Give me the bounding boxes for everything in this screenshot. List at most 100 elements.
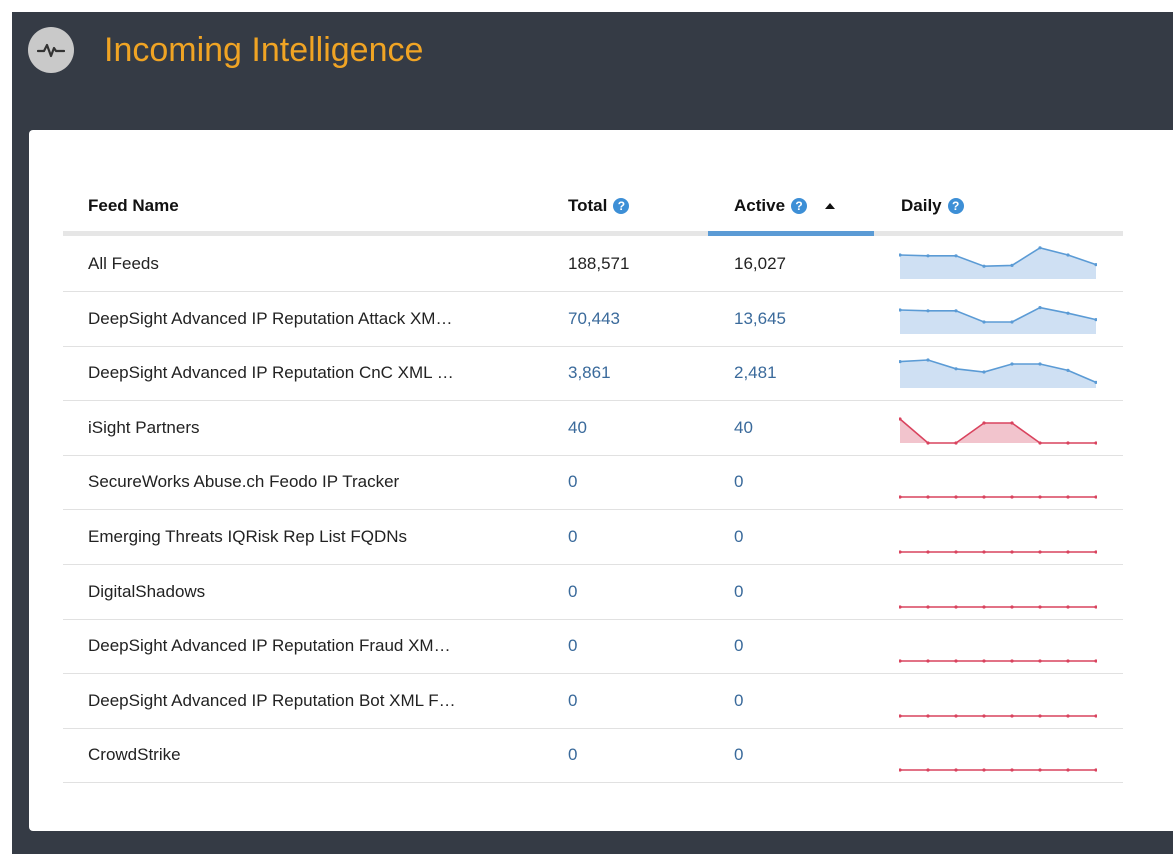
help-icon[interactable]: ? [613,198,630,214]
help-icon[interactable]: ? [791,198,808,214]
sparkline-point [1066,441,1070,445]
sparkline-point [982,714,986,718]
daily-sparkline [899,495,1097,499]
sparkline-point [1010,768,1014,772]
total-count[interactable]: 3,861 [568,346,688,400]
active-count: 16,027 [734,254,786,273]
active-count[interactable]: 13,645 [734,292,854,346]
sparkline-point [899,495,902,499]
active-count[interactable]: 0 [734,565,854,619]
active-count[interactable]: 2,481 [734,346,854,400]
sparkline-point [1066,311,1070,315]
total-count: 188,571 [568,254,630,273]
column-header-total[interactable]: Total ? [568,196,630,216]
sparkline-point [1038,604,1042,609]
sparkline-point [954,367,958,371]
sparkline-point [926,358,930,362]
sparkline-point [1094,441,1097,445]
feed-name: All Feeds [88,254,159,273]
sparkline-point [1038,441,1042,445]
column-header-daily[interactable]: Daily ? [901,196,964,216]
sparkline-point [1066,604,1070,609]
column-header-active[interactable]: Active ? [734,196,836,216]
pulse-icon [28,27,74,73]
sparkline-point [954,714,958,718]
sparkline-point [1038,714,1042,718]
sparkline-point [1038,768,1042,772]
table-row[interactable]: DeepSight Advanced IP Reputation Attack … [63,292,1123,347]
total-count[interactable]: 0 [568,455,688,509]
sparkline-point [899,714,902,718]
sparkline-point [1010,362,1014,366]
active-count[interactable]: 0 [734,455,854,509]
sparkline-point [1010,263,1014,267]
active-count[interactable]: 0 [734,674,854,728]
column-header-feed-name[interactable]: Feed Name [88,196,179,216]
sparkline-point [926,495,930,499]
column-label: Total [568,196,608,215]
feed-name: SecureWorks Abuse.ch Feodo IP Tracker [88,472,400,492]
sparkline-point [1094,604,1097,609]
sparkline-point [954,768,958,772]
daily-sparkline [899,768,1097,772]
sparkline-point [1066,368,1070,373]
help-icon[interactable]: ? [947,198,964,214]
total-count[interactable]: 70,443 [568,292,688,346]
table-row[interactable]: DeepSight Advanced IP Reputation Fraud X… [63,619,1123,675]
daily-sparkline [899,604,1097,609]
sparkline-point [954,308,958,312]
sparkline-point [954,441,958,445]
sparkline-point [1066,253,1070,257]
sparkline-point [899,768,902,772]
sparkline-area [900,247,1096,279]
sparkline-point [954,254,958,258]
sparkline-point [926,714,930,718]
feed-name: DigitalShadows [88,581,206,601]
sparkline-point [926,441,930,445]
feed-name: DeepSight Advanced IP Reputation Fraud X… [88,636,451,656]
sparkline-point [1066,768,1070,772]
total-count[interactable]: 0 [568,728,688,782]
active-count[interactable]: 40 [734,401,854,455]
sparkline-point [1038,659,1042,663]
sparkline-point [899,604,902,609]
daily-sparkline [899,714,1097,718]
daily-sparkline [899,659,1097,663]
feed-name: DeepSight Advanced IP Reputation Bot XML… [88,690,456,710]
active-count[interactable]: 0 [734,510,854,564]
sparkline-point [1038,362,1042,366]
table-row[interactable]: CrowdStrike 0 0 [63,728,1123,784]
table-row[interactable]: DigitalShadows 0 0 [63,565,1123,620]
sparkline-point [1066,659,1070,663]
active-count[interactable]: 0 [734,728,854,782]
column-label: Daily [901,196,942,215]
sparkline-point [1010,495,1014,499]
sparkline-point [899,659,902,663]
sparkline-point [1094,714,1097,718]
total-count[interactable]: 0 [568,619,688,673]
sparkline-point [899,550,902,554]
table-row[interactable]: All Feeds 188,571 16,027 [63,237,1123,292]
daily-sparkline [899,417,1097,445]
table-row[interactable]: iSight Partners 40 40 [63,401,1123,456]
daily-sparkline [899,358,1097,389]
total-count[interactable]: 0 [568,565,688,619]
sparkline-point [954,604,958,609]
total-count[interactable]: 0 [568,510,688,564]
table-row[interactable]: SecureWorks Abuse.ch Feodo IP Tracker 0 0 [63,455,1123,511]
daily-sparkline [899,246,1097,279]
total-count[interactable]: 0 [568,674,688,728]
feeds-card: Feed Name Total ? Active ? Daily ? All F… [29,130,1173,831]
table-row[interactable]: Emerging Threats IQRisk Rep List FQDNs 0 0 [63,510,1123,565]
sparkline-point [1094,550,1097,554]
sort-ascending-icon [825,203,836,209]
sparkline-point [1038,495,1042,499]
table-row[interactable]: DeepSight Advanced IP Reputation Bot XML… [63,674,1123,729]
total-count[interactable]: 40 [568,401,688,455]
table-row[interactable]: DeepSight Advanced IP Reputation CnC XML… [63,346,1123,402]
sparkline-point [1094,659,1097,663]
sparkline-point [926,604,930,609]
sparkline-point [982,495,986,499]
sparkline-point [926,308,930,312]
active-count[interactable]: 0 [734,619,854,673]
